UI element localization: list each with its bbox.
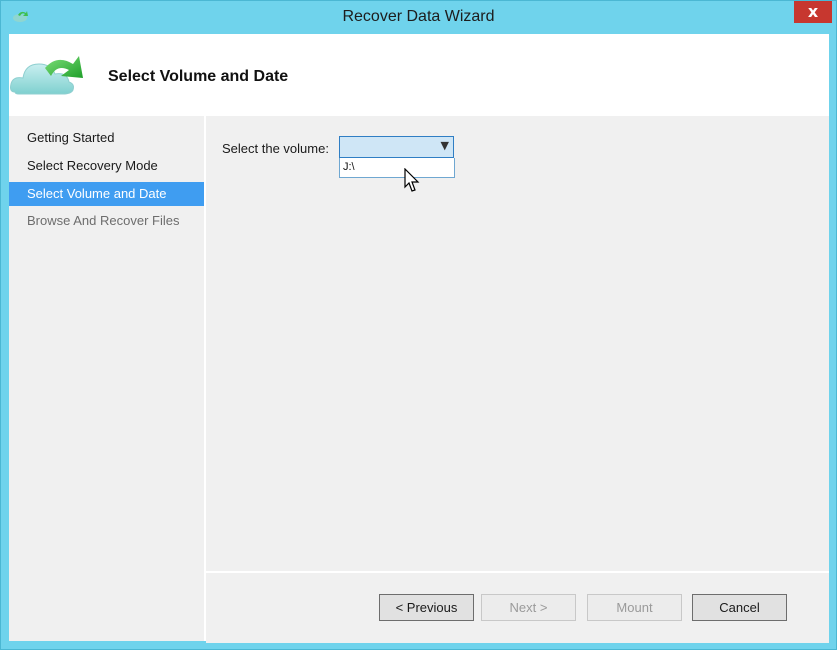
nav-item-browse-and-recover-files[interactable]: Browse And Recover Files (9, 209, 204, 233)
close-button[interactable]: x (794, 1, 832, 23)
mouse-pointer-icon (404, 168, 420, 192)
page-title: Select Volume and Date (108, 68, 289, 85)
wizard-footer: < Previous Next > Mount Cancel (206, 571, 829, 643)
volume-select[interactable]: ▼ (339, 136, 454, 158)
volume-dropdown-list: J:\ (339, 158, 455, 178)
nav-item-select-volume-and-date[interactable]: Select Volume and Date (9, 182, 204, 206)
nav-item-select-recovery-mode[interactable]: Select Recovery Mode (9, 154, 204, 178)
cloud-recover-icon (10, 56, 83, 95)
previous-button[interactable]: < Previous (379, 594, 474, 621)
wizard-window: Recover Data Wizard x Select Volume and … (0, 0, 837, 650)
wizard-content: Select the volume: ▼ J:\ (206, 116, 829, 571)
volume-option-j[interactable]: J:\ (343, 161, 355, 173)
chevron-down-icon[interactable]: ▼ (441, 139, 449, 152)
volume-label: Select the volume: (222, 141, 329, 156)
next-button[interactable]: Next > (481, 594, 576, 621)
nav-item-getting-started[interactable]: Getting Started (9, 126, 204, 150)
title-bar[interactable]: Recover Data Wizard x (1, 1, 836, 34)
cancel-button[interactable]: Cancel (692, 594, 787, 621)
mount-button[interactable]: Mount (587, 594, 682, 621)
close-icon: x (807, 2, 819, 21)
window-title: Recover Data Wizard (342, 8, 495, 25)
wizard-body: Getting Started Select Recovery Mode Sel… (9, 116, 829, 643)
wizard-steps-nav: Getting Started Select Recovery Mode Sel… (9, 116, 206, 641)
wizard-header: Select Volume and Date (9, 34, 829, 116)
